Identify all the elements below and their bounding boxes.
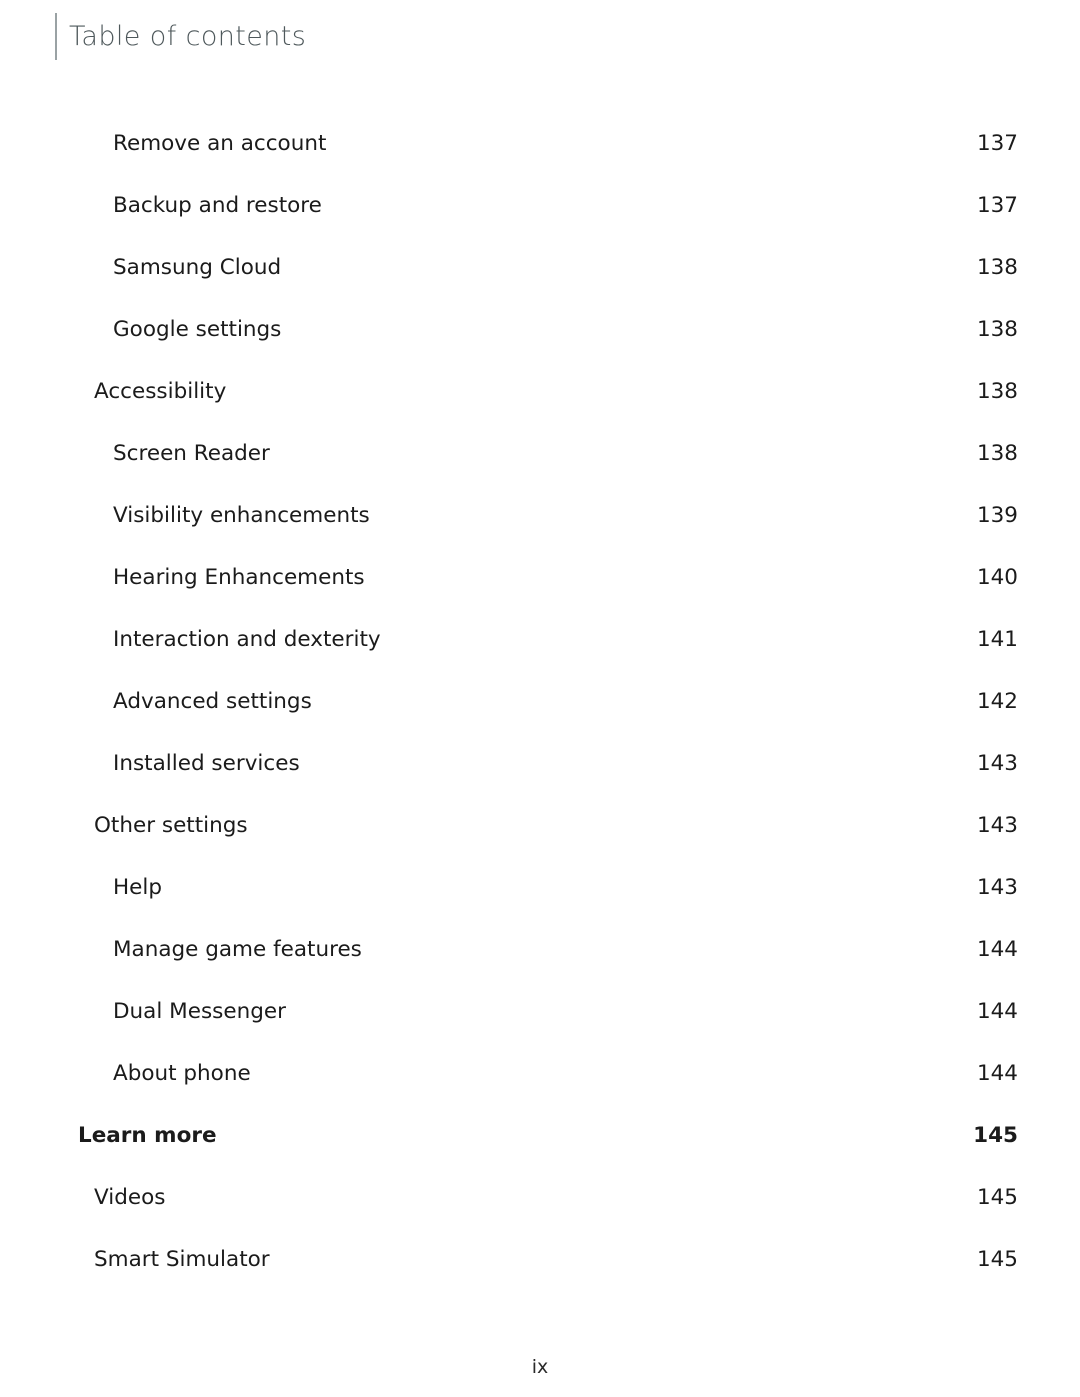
toc-entry-page-number: 143 [976, 751, 1018, 776]
toc-entry-label: Hearing Enhancements [113, 565, 365, 590]
toc-entry[interactable]: Google settings 138 [0, 299, 1080, 361]
toc-entry-page-number: 144 [976, 937, 1018, 962]
toc-entry[interactable]: Hearing Enhancements 140 [0, 547, 1080, 609]
toc-entry[interactable]: Backup and restore 137 [0, 175, 1080, 237]
toc-entry-label: Google settings [113, 317, 282, 342]
toc-entry[interactable]: Remove an account 137 [0, 113, 1080, 175]
toc-entry-label: Interaction and dexterity [113, 627, 381, 652]
toc-entry-label: Backup and restore [113, 193, 322, 218]
toc-entry-label: Screen Reader [113, 441, 270, 466]
toc-entry[interactable]: Accessibility 138 [0, 361, 1080, 423]
toc-entry-label: Manage game features [113, 937, 362, 962]
toc-entry-label: Samsung Cloud [113, 255, 282, 280]
toc-entry-label: Advanced settings [113, 689, 312, 714]
toc-entry-label: Accessibility [94, 379, 227, 404]
toc-entry[interactable]: About phone 144 [0, 1043, 1080, 1105]
toc-entry[interactable]: Interaction and dexterity 141 [0, 609, 1080, 671]
header-accent-rule [55, 13, 57, 60]
toc-entry-page-number: 143 [976, 813, 1018, 838]
toc-entry[interactable]: Screen Reader 138 [0, 423, 1080, 485]
toc-entry[interactable]: Smart Simulator 145 [0, 1229, 1080, 1291]
toc-entry-page-number: 145 [976, 1185, 1018, 1210]
toc-entry-page-number: 142 [976, 689, 1018, 714]
toc-entry-label: Help [113, 875, 163, 900]
toc-entry-page-number: 138 [976, 441, 1018, 466]
toc-entry[interactable]: Installed services 143 [0, 733, 1080, 795]
toc-entry-page-number: 144 [976, 999, 1018, 1024]
toc-entry-label: Smart Simulator [94, 1247, 270, 1272]
toc-entry-page-number: 144 [976, 1061, 1018, 1086]
toc-entry-page-number: 138 [976, 255, 1018, 280]
toc-entry-page-number: 140 [976, 565, 1018, 590]
toc-entry-label: Other settings [94, 813, 248, 838]
toc-entry[interactable]: Advanced settings 142 [0, 671, 1080, 733]
toc-entry-label: Dual Messenger [113, 999, 286, 1024]
toc-entry-page-number: 145 [976, 1247, 1018, 1272]
toc-entry-label: Installed services [113, 751, 300, 776]
toc-entry-label: Visibility enhancements [113, 503, 370, 528]
toc-entry[interactable]: Dual Messenger 144 [0, 981, 1080, 1043]
page-header: Table of contents [55, 13, 306, 60]
toc-entry-page-number: 139 [976, 503, 1018, 528]
toc-entry[interactable]: Visibility enhancements 139 [0, 485, 1080, 547]
toc-entry-page-number: 137 [976, 193, 1018, 218]
toc-entry-label: Learn more [78, 1123, 217, 1148]
toc-entry-page-number: 138 [976, 317, 1018, 342]
toc-entry-label: Remove an account [113, 131, 327, 156]
toc-entry-page-number: 137 [976, 131, 1018, 156]
toc-entry-page-number: 141 [976, 627, 1018, 652]
toc-entry[interactable]: Manage game features 144 [0, 919, 1080, 981]
toc-entry[interactable]: Other settings 143 [0, 795, 1080, 857]
toc-entry-page-number: 138 [976, 379, 1018, 404]
toc-entry-label: Videos [94, 1185, 166, 1210]
toc-entry[interactable]: Help 143 [0, 857, 1080, 919]
toc-entry-page-number: 145 [973, 1123, 1018, 1148]
toc-entry-label: About phone [113, 1061, 251, 1086]
toc-entry[interactable]: Learn more 145 [0, 1105, 1080, 1167]
footer-page-number: ix [531, 1356, 549, 1378]
toc-entry-page-number: 143 [976, 875, 1018, 900]
toc-entry[interactable]: Videos 145 [0, 1167, 1080, 1229]
toc-entry[interactable]: Samsung Cloud 138 [0, 237, 1080, 299]
page-title: Table of contents [69, 21, 307, 52]
table-of-contents-list: Remove an account 137 Backup and restore 13… [0, 113, 1080, 1291]
